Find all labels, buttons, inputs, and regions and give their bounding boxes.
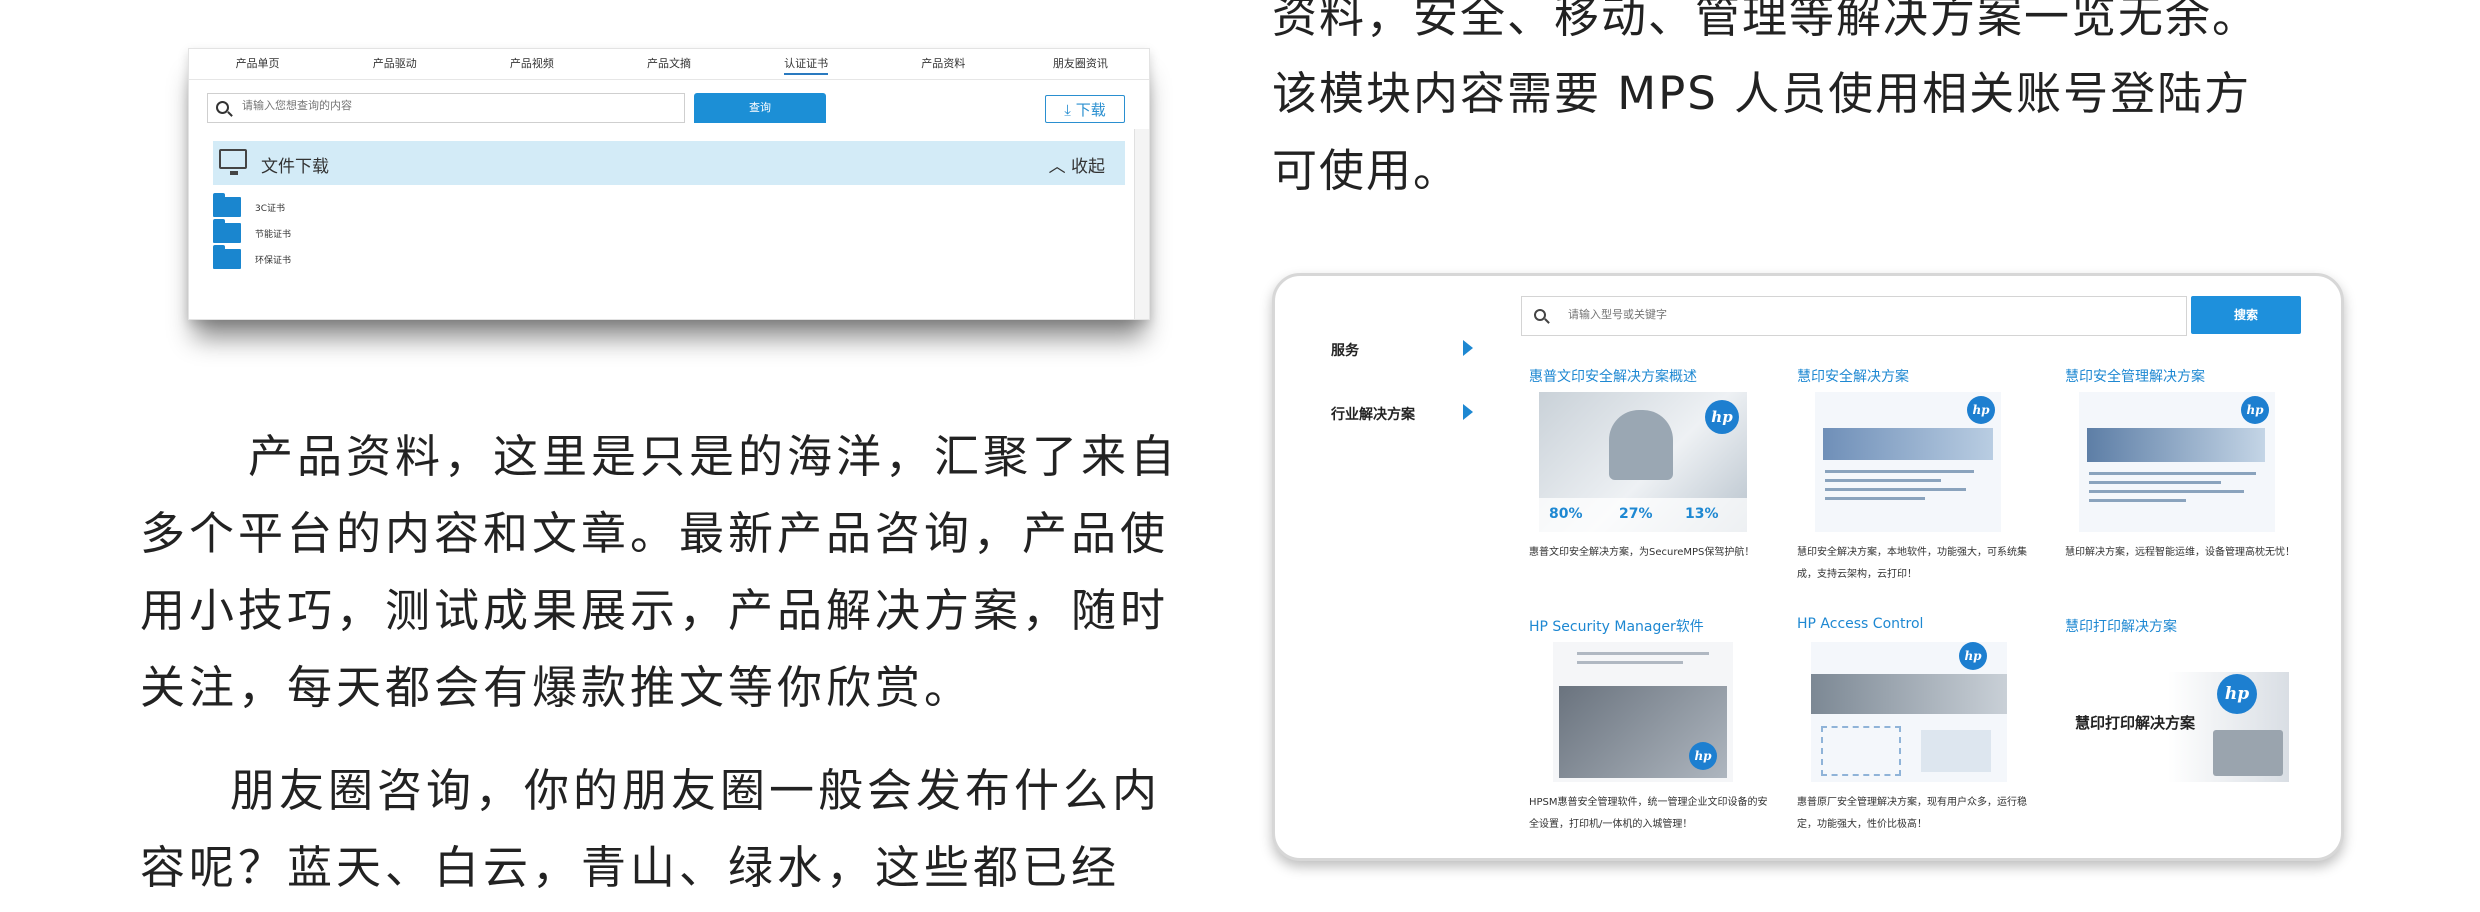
file-download-screenshot: 产品单页 产品驱动 产品视频 产品文摘 认证证书 产品资料 朋友圈资讯 查询 ⤓…: [188, 48, 1150, 320]
diagram-illustration: [1921, 730, 1991, 772]
text-line: 关注，每天都会有爆款推文等你欣赏。: [140, 661, 974, 714]
hp-logo: hp: [2217, 674, 2257, 714]
folder-label-environment[interactable]: 环保证书: [255, 253, 291, 266]
sidebar-item-industry-solutions[interactable]: 行业解决方案: [1331, 404, 1415, 424]
hp-logo: hp: [1967, 396, 1995, 424]
text-line: 该模块内容需要 MPS 人员使用相关账号登陆方: [1272, 67, 2252, 120]
card-thumbnail[interactable]: hp: [1811, 642, 2007, 782]
download-label: 下载: [1075, 101, 1106, 119]
card-title[interactable]: 慧印安全解决方案: [1797, 366, 1909, 386]
folder-label-3c[interactable]: 3C证书: [255, 201, 285, 214]
folder-icon[interactable]: [213, 193, 241, 217]
person-illustration: [1609, 410, 1673, 480]
card-thumbnail[interactable]: hp: [1815, 392, 2001, 532]
solution-search-box: [1521, 296, 2187, 336]
collapse-label: 收起: [1071, 157, 1105, 177]
diagram-illustration: [1821, 726, 1901, 776]
card-thumbnail[interactable]: hp 80% 27% 13%: [1539, 392, 1747, 532]
card-description: HPSM惠普安全管理软件，统一管理企业文印设备的安全设置，打印机/一体机的入城管…: [1529, 797, 1768, 830]
file-search-input[interactable]: [240, 98, 664, 113]
tab-product-sheet[interactable]: 产品单页: [189, 53, 326, 79]
folder-icon[interactable]: [213, 219, 241, 243]
folder-label-energy[interactable]: 节能证书: [255, 227, 291, 240]
collapse-toggle[interactable]: ︿ 收起: [1049, 152, 1105, 177]
document-lines: [1825, 470, 1991, 506]
scrollbar[interactable]: [1134, 129, 1149, 319]
monitor-icon: [219, 149, 247, 175]
product-tabs: 产品单页 产品驱动 产品视频 产品文摘 认证证书 产品资料 朋友圈资讯: [189, 53, 1149, 80]
solution-search-input[interactable]: [1566, 307, 2130, 322]
stat-value: 80%: [1549, 506, 1583, 522]
tab-certificates[interactable]: 认证证书: [738, 53, 875, 79]
text-line: 资料，安全、移动、管理等解决方案一览无余。: [1272, 0, 2260, 43]
document-lines: [2089, 472, 2265, 508]
text-line: 产品资料，这里是只是的海洋，汇聚了来自: [248, 430, 1180, 483]
materials-paragraph: 资料，安全、移动、管理等解决方案一览无余。 该模块内容需要 MPS 人员使用相关…: [1272, 0, 2362, 209]
card-thumbnail[interactable]: hp: [1553, 642, 1733, 782]
tab-product-materials[interactable]: 产品资料: [875, 53, 1012, 79]
document-lines: [1577, 652, 1709, 670]
hp-logo: hp: [1705, 400, 1739, 434]
chevron-up-icon: ︿: [1048, 157, 1066, 177]
text-line: 朋友圈咨询，你的朋友圈一般会发布什么内: [230, 764, 1162, 817]
tab-moments-news[interactable]: 朋友圈资讯: [1012, 53, 1149, 79]
search-icon: [216, 101, 229, 114]
card-description: 慧印解决方案，远程智能运维，设备管理高枕无忧！: [2065, 547, 2295, 558]
card-description: 惠普原厂安全管理解决方案，现有用户众多，运行稳定，功能强大，性价比极高！: [1797, 797, 2027, 830]
hp-logo: hp: [1689, 742, 1717, 770]
moments-paragraph: 朋友圈咨询，你的朋友圈一般会发布什么内 容呢？蓝天、白云，青山、绿水，这些都已经: [140, 752, 1232, 906]
tab-product-video[interactable]: 产品视频: [463, 53, 600, 79]
section-title: 文件下载: [261, 157, 329, 177]
stat-value: 27%: [1619, 506, 1653, 522]
card-description: 惠普文印安全解决方案，为SecureMPS保驾护航！: [1529, 547, 1755, 558]
stat-value: 13%: [1685, 506, 1719, 522]
solutions-screenshot: 搜索 服务 行业解决方案 惠普文印安全解决方案概述 hp 80% 27% 13%…: [1272, 273, 2344, 861]
product-materials-paragraph: 产品资料，这里是只是的海洋，汇聚了来自 多个平台的内容和文章。最新产品咨询，产品…: [140, 418, 1232, 726]
file-download-header: 文件下载 ︿ 收起: [213, 141, 1125, 185]
text-line: 可使用。: [1272, 144, 1461, 197]
query-button[interactable]: 查询: [694, 93, 826, 123]
sidebar-item-services[interactable]: 服务: [1331, 340, 1359, 360]
banner-image: [1823, 428, 1993, 460]
hp-logo: hp: [1959, 642, 1987, 670]
hp-logo: hp: [2241, 396, 2269, 424]
tab-product-driver[interactable]: 产品驱动: [326, 53, 463, 79]
tab-product-digest[interactable]: 产品文摘: [600, 53, 737, 79]
download-button[interactable]: ⤓ 下载: [1045, 95, 1125, 123]
text-line: 容呢？蓝天、白云，青山、绿水，这些都已经: [140, 841, 1121, 894]
card-thumbnail[interactable]: hp: [2079, 392, 2275, 532]
text-line: 用小技巧，测试成果展示，产品解决方案，随时: [140, 584, 1170, 637]
file-search-box: [207, 93, 685, 123]
card-title[interactable]: 惠普文印安全解决方案概述: [1529, 366, 1697, 386]
search-icon: [1534, 309, 1546, 321]
download-icon: ⤓: [1064, 101, 1071, 119]
caret-right-icon: [1463, 404, 1473, 420]
card-description: 慧印安全解决方案，本地软件，功能强大，可系统集成，支持云架构，云打印！: [1797, 547, 2027, 580]
card-title[interactable]: 慧印打印解决方案: [2065, 616, 2177, 636]
office-photo: [1811, 674, 2007, 714]
card-title[interactable]: HP Security Manager软件: [1529, 616, 1704, 636]
folder-icon[interactable]: [213, 245, 241, 269]
text-line: 多个平台的内容和文章。最新产品咨询，产品使: [140, 507, 1170, 560]
card-thumbnail[interactable]: 慧印打印解决方案 hp: [2069, 672, 2289, 782]
card-title[interactable]: HP Access Control: [1797, 616, 1923, 632]
printer-image: [2213, 730, 2283, 776]
card-title[interactable]: 慧印安全管理解决方案: [2065, 366, 2205, 386]
banner-image: [2087, 428, 2265, 462]
thumbnail-caption: 慧印打印解决方案: [2075, 714, 2196, 732]
caret-right-icon: [1463, 340, 1473, 356]
search-button[interactable]: 搜索: [2191, 296, 2301, 334]
